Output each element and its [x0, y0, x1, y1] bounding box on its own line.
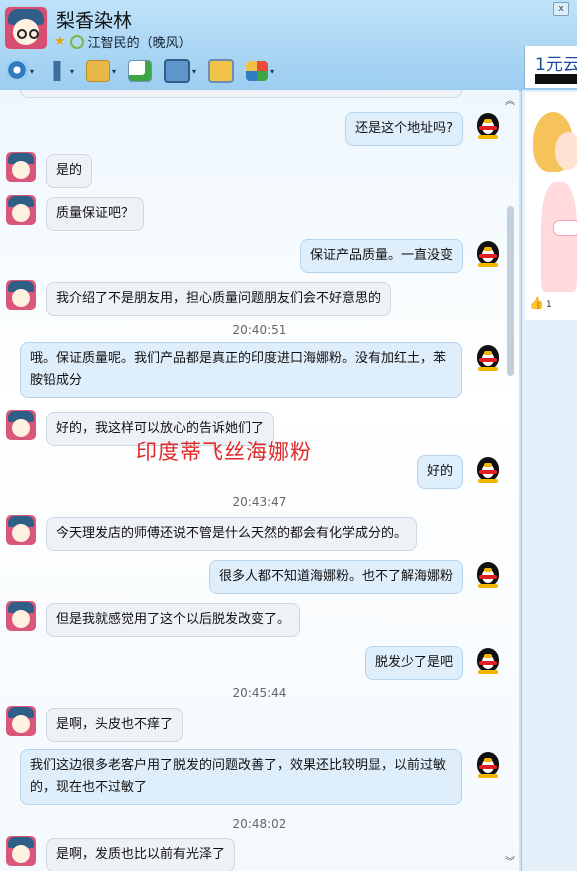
contact-signature: 江智民的（晚风） — [87, 36, 192, 51]
scrollbar-thumb[interactable] — [507, 206, 514, 376]
message-bubble[interactable]: 很多人都不知道海娜粉。也不了解海娜粉 — [208, 560, 463, 595]
message-bubble[interactable]: 我介绍了不是朋友用，担心质量问题朋友们会不好意思的 — [46, 282, 392, 317]
scroll-down-icon[interactable]: ︾ — [505, 853, 515, 868]
message-bubble[interactable]: 还是这个地址吗? — [345, 112, 463, 147]
message-bubble[interactable]: 我们这边很多老客户用了脱发的问题改善了，效果还比较明显，以前过敏的，现在也不过敏… — [20, 749, 462, 806]
voice-call-button[interactable]: ▾ — [44, 57, 76, 85]
user-avatar[interactable] — [6, 410, 36, 440]
chat-bubble-partial — [20, 90, 462, 98]
share-screen-button[interactable] — [206, 57, 236, 85]
message-bubble[interactable]: 质量保证吧？ — [46, 197, 145, 232]
ad-banner[interactable]: 1元云 — [524, 46, 577, 88]
message-bubble[interactable]: 是的 — [46, 154, 93, 189]
side-panel: 👍 1 — [521, 90, 577, 871]
watermark-text: 印度蒂飞丝海娜粉 — [136, 440, 312, 464]
contact-avatar[interactable] — [4, 6, 48, 50]
contact-name: 梨香染林 — [56, 10, 133, 32]
message-bubble[interactable]: 是啊，头皮也不痒了 — [46, 708, 184, 743]
chevron-down-icon[interactable]: ▾ — [112, 67, 116, 76]
create-group-button[interactable] — [126, 57, 154, 85]
apps-icon — [246, 61, 269, 81]
file-transfer-icon — [86, 60, 111, 82]
penguin-avatar[interactable] — [473, 454, 503, 484]
remote-desktop-icon — [164, 59, 191, 83]
chat-history[interactable]: 还是这个地址吗? 是的 质量保证吧？ 保证产品质量。一直没变 我介绍了不是朋友用… — [0, 90, 519, 871]
user-avatar[interactable] — [6, 836, 36, 866]
message-bubble[interactable]: 但是我就感觉用了这个以后脱发改变了。 — [46, 603, 301, 638]
message-bubble[interactable]: 脱发少了是吧 — [364, 646, 463, 681]
send-file-button[interactable]: ▾ — [84, 57, 118, 85]
video-call-button[interactable]: ▾ — [4, 57, 36, 85]
status-icon — [69, 34, 84, 49]
user-avatar[interactable] — [6, 152, 36, 182]
remote-desktop-button[interactable]: ▾ — [162, 57, 198, 85]
chevron-down-icon[interactable]: ▾ — [270, 67, 274, 76]
user-avatar[interactable] — [6, 515, 36, 545]
toolbar: ▾ ▾ ▾ ▾ ▾ — [4, 56, 276, 86]
user-avatar[interactable] — [6, 706, 36, 736]
timestamp: 20:45:44 — [232, 686, 287, 700]
user-avatar[interactable] — [6, 195, 36, 225]
like-icon[interactable]: 👍 1 — [529, 296, 552, 310]
share-screen-icon — [208, 59, 235, 83]
window-header: 梨香染林 ★ 江智民的（晚风） x ▾ ▾ ▾ ▾ ▾ 1元云 — [0, 0, 577, 91]
timestamp: 20:43:47 — [232, 495, 287, 509]
chevron-down-icon[interactable]: ▾ — [192, 67, 196, 76]
apps-button[interactable]: ▾ — [244, 57, 276, 85]
penguin-avatar[interactable] — [473, 110, 503, 140]
microphone-icon — [46, 61, 69, 81]
chevron-down-icon[interactable]: ▾ — [70, 67, 74, 76]
timestamp: 20:40:51 — [232, 323, 287, 337]
scroll-up-icon[interactable]: ︽ — [505, 92, 515, 107]
timestamp: 20:48:02 — [232, 817, 287, 831]
penguin-avatar[interactable] — [473, 238, 503, 268]
like-count: 1 — [545, 300, 552, 310]
message-bubble[interactable]: 今天理发店的师傅还说不管是什么天然的都会有化学成分的。 — [46, 517, 418, 552]
star-icon: ★ — [54, 34, 66, 49]
user-avatar[interactable] — [6, 280, 36, 310]
penguin-avatar[interactable] — [473, 749, 503, 779]
chevron-down-icon[interactable]: ▾ — [30, 67, 34, 76]
message-bubble[interactable]: 好的 — [416, 455, 463, 490]
show-avatar-panel[interactable]: 👍 1 — [525, 92, 577, 320]
ad-text: 1元云 — [535, 55, 577, 75]
message-bubble[interactable]: 是啊，发质也比以前有光泽了 — [46, 838, 236, 871]
message-bubble[interactable]: 哦。保证质量呢。我们产品都是真正的印度进口海娜粉。没有加红土，苯胺铅成分 — [20, 342, 462, 399]
contact-status-line: ★ 江智民的（晚风） — [54, 32, 192, 51]
add-member-icon — [128, 60, 153, 82]
penguin-avatar[interactable] — [473, 645, 503, 675]
user-avatar[interactable] — [6, 601, 36, 631]
video-camera-icon — [6, 61, 28, 81]
penguin-avatar[interactable] — [473, 559, 503, 589]
penguin-avatar[interactable] — [473, 342, 503, 372]
message-bubble[interactable]: 保证产品质量。一直没变 — [299, 239, 463, 274]
chat-scrollbar[interactable]: ︽ ︾ — [505, 96, 517, 868]
close-icon[interactable]: x — [553, 2, 569, 16]
